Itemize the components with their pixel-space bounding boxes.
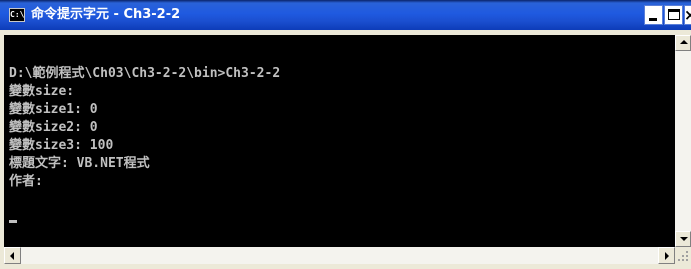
console-line: D:\範例程式\Ch03\Ch3-2-2\bin>Ch3-2-2 xyxy=(9,66,281,81)
window-title: 命令提示字元 - Ch3-2-2 xyxy=(31,7,181,22)
console-line: 作者: xyxy=(9,174,43,189)
horizontal-scrollbar[interactable] xyxy=(4,247,675,264)
scroll-down-button[interactable] xyxy=(675,231,691,247)
close-icon: × xyxy=(684,6,691,24)
arrow-down-icon xyxy=(680,237,688,241)
console-output[interactable]: D:\範例程式\Ch03\Ch3-2-2\bin>Ch3-2-2 變數size:… xyxy=(4,35,675,247)
console-line: 標題文字: VB.NET程式 xyxy=(9,156,150,171)
scroll-right-button[interactable] xyxy=(658,247,675,264)
vertical-scrollbar[interactable] xyxy=(675,35,691,247)
resize-grip-icon[interactable] xyxy=(675,247,691,264)
minimize-icon xyxy=(649,18,657,21)
console-line: 變數size1: 0 xyxy=(9,102,98,117)
maximize-icon xyxy=(668,9,680,20)
arrow-right-icon xyxy=(665,252,669,260)
title-bar[interactable]: C:\ 命令提示字元 - Ch3-2-2 × xyxy=(0,0,691,30)
maximize-button[interactable] xyxy=(664,5,683,25)
scroll-left-button[interactable] xyxy=(4,247,21,264)
cmd-icon[interactable]: C:\ xyxy=(9,8,25,22)
command-prompt-window: C:\ 命令提示字元 - Ch3-2-2 × D:\範例程式\Ch03\Ch3-… xyxy=(0,0,691,269)
arrow-left-icon xyxy=(10,252,14,260)
console-line: 變數size3: 100 xyxy=(9,138,114,153)
console-line: 變數size2: 0 xyxy=(9,120,98,135)
scroll-up-button[interactable] xyxy=(675,35,691,51)
text-cursor xyxy=(9,220,17,223)
arrow-up-icon xyxy=(680,40,688,44)
close-button[interactable]: × xyxy=(684,5,691,25)
minimize-button[interactable] xyxy=(644,5,663,25)
console-line: 變數size: xyxy=(9,84,75,99)
